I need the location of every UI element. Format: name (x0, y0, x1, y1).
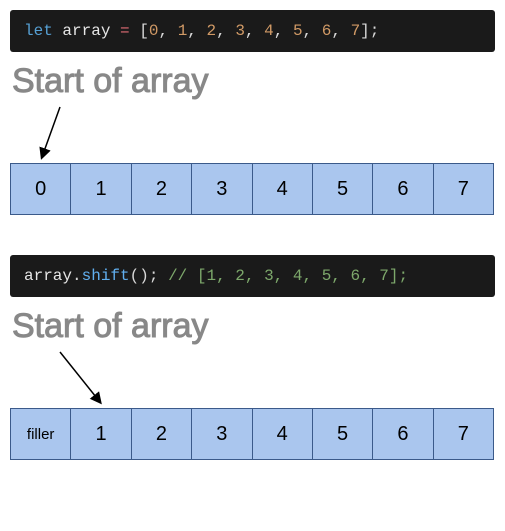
dot: . (72, 267, 82, 285)
cell-4b: 4 (253, 409, 313, 459)
cell-6: 6 (373, 164, 433, 214)
heading-start-of-array-2: Start of array (10, 307, 495, 346)
cell-1b: 1 (71, 409, 131, 459)
num-6: 6 (322, 22, 332, 40)
cell-7b: 7 (434, 409, 493, 459)
method-shift: shift (82, 267, 130, 285)
cell-filler: filler (11, 409, 71, 459)
cell-3: 3 (192, 164, 252, 214)
parens: () (130, 267, 149, 285)
arrow-icon (10, 105, 110, 165)
code-block-declaration: let array = [0, 1, 2, 3, 4, 5, 6, 7]; (10, 10, 495, 52)
var-array-2: array (24, 267, 72, 285)
comment-result: // [1, 2, 3, 4, 5, 6, 7]; (168, 267, 408, 285)
num-4: 4 (264, 22, 274, 40)
cell-0: 0 (11, 164, 71, 214)
keyword-let: let (24, 22, 53, 40)
cell-1: 1 (71, 164, 131, 214)
arrow-to-first-cell-1 (10, 105, 495, 163)
num-7: 7 (351, 22, 361, 40)
bracket-open: [ (139, 22, 149, 40)
cell-6b: 6 (373, 409, 433, 459)
cell-4: 4 (253, 164, 313, 214)
num-3: 3 (235, 22, 245, 40)
num-5: 5 (293, 22, 303, 40)
array-cells-2: filler 1 2 3 4 5 6 7 (10, 408, 494, 460)
array-cells-1: 0 1 2 3 4 5 6 7 (10, 163, 494, 215)
arrow-to-first-cell-2 (10, 350, 495, 408)
arrow-icon (10, 350, 150, 410)
semicolon: ; (149, 267, 159, 285)
num-1: 1 (178, 22, 188, 40)
code-block-shift: array.shift(); // [1, 2, 3, 4, 5, 6, 7]; (10, 255, 495, 297)
bracket-close: ]; (360, 22, 379, 40)
num-2: 2 (207, 22, 217, 40)
cell-3b: 3 (192, 409, 252, 459)
cell-5b: 5 (313, 409, 373, 459)
cell-2b: 2 (132, 409, 192, 459)
op-equals: = (120, 22, 130, 40)
var-array: array (62, 22, 110, 40)
cell-2: 2 (132, 164, 192, 214)
cell-7: 7 (434, 164, 493, 214)
heading-start-of-array-1: Start of array (10, 62, 495, 101)
cell-5: 5 (313, 164, 373, 214)
